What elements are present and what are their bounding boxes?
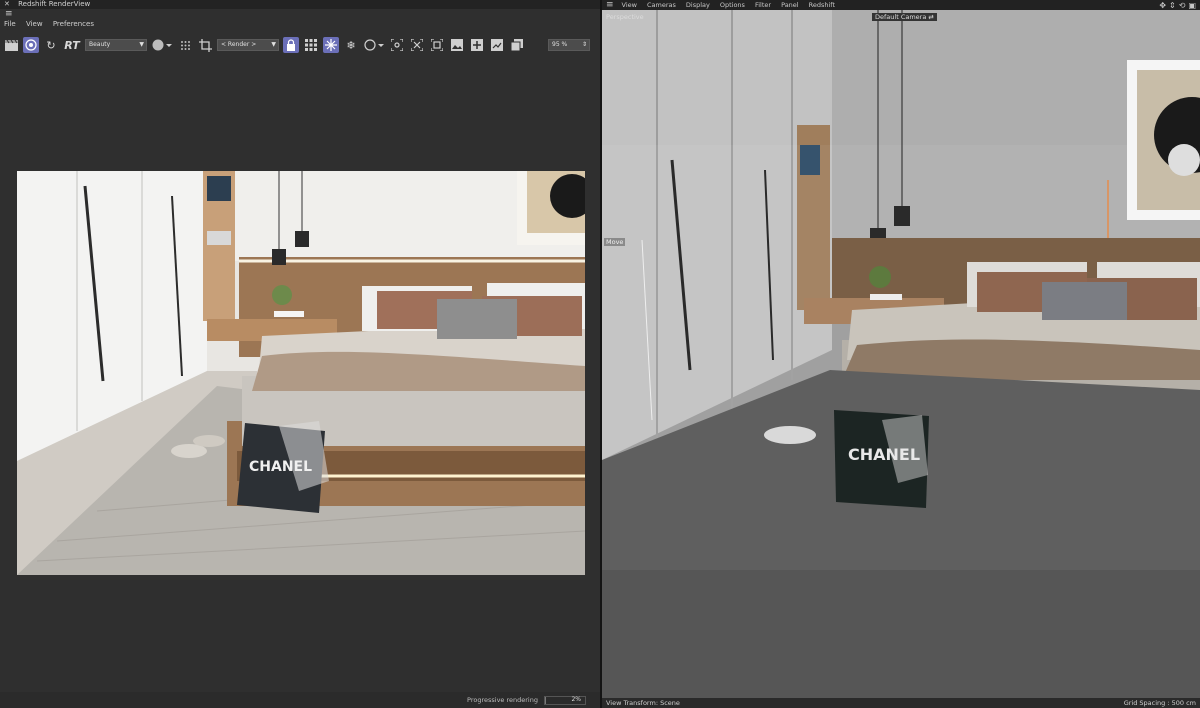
hamburger-menu-icon[interactable]: ≡ xyxy=(0,9,600,19)
chevron-down-icon: ▼ xyxy=(139,41,144,48)
viewport-statusbar: View Transform: Scene Grid Spacing : 500… xyxy=(602,698,1200,708)
start-render-icon[interactable] xyxy=(23,37,39,53)
copy-icon[interactable] xyxy=(509,37,525,53)
vp-menu-view[interactable]: View xyxy=(622,1,637,9)
render-status-text: Progressive rendering xyxy=(467,696,538,704)
render-progress-bar: 2% xyxy=(544,695,586,705)
renderview-statusbar: Progressive rendering 2% xyxy=(0,692,600,708)
zoom-value: 95 % xyxy=(552,41,568,48)
view-transform-text: View Transform: Scene xyxy=(606,699,680,707)
redshift-renderview-panel: ✕ Redshift RenderView ≡ File View Prefer… xyxy=(0,0,600,708)
stepper-icon: ⇕ xyxy=(581,41,587,48)
clapper-render-icon[interactable] xyxy=(3,37,19,53)
vp-menu-redshift[interactable]: Redshift xyxy=(809,1,835,9)
render-camera-select[interactable]: < Render > ▼ xyxy=(217,39,279,51)
viewport-scene[interactable]: CHANEL xyxy=(602,10,1200,698)
vp-menu-filter[interactable]: Filter xyxy=(755,1,771,9)
viewport-menubar: ≡ View Cameras Display Options Filter Pa… xyxy=(602,0,1200,10)
vp-menu-panel[interactable]: Panel xyxy=(781,1,799,9)
grid-spacing-text: Grid Spacing : 500 cm xyxy=(1123,699,1196,707)
hamburger-menu-icon[interactable]: ≡ xyxy=(606,0,614,10)
move-tool-label: Move xyxy=(604,238,626,246)
save-image-icon[interactable] xyxy=(489,37,505,53)
renderview-toolbar: ↻ RT Beauty ▼ < Render > ▼ ❄ 95 % ⇕ xyxy=(0,35,600,55)
rotate-icon[interactable]: ⟲ xyxy=(1179,1,1186,10)
aov-select-value: Beauty xyxy=(89,41,111,48)
menu-file[interactable]: File xyxy=(4,20,16,28)
vp-menu-cameras[interactable]: Cameras xyxy=(647,1,676,9)
fit-frame-icon[interactable] xyxy=(389,37,405,53)
renderview-title: Redshift RenderView xyxy=(18,0,91,8)
camera-arrow-icon: ⇄ xyxy=(928,13,934,21)
viewport-nav-icons: ✥ ⇕ ⟲ ▣ xyxy=(1159,1,1196,10)
lock-icon[interactable] xyxy=(283,37,299,53)
pan-icon[interactable]: ✥ xyxy=(1159,1,1166,10)
viewport-view-name: Perspective xyxy=(606,13,644,21)
viewport-camera-name: Default Camera xyxy=(875,13,927,21)
add-image-icon[interactable] xyxy=(469,37,485,53)
image-icon[interactable] xyxy=(449,37,465,53)
render-progress-text: 2% xyxy=(571,695,581,703)
rgb-channel-icon[interactable] xyxy=(151,37,173,53)
circle-overlay-icon[interactable] xyxy=(363,37,385,53)
snapshot-icon[interactable] xyxy=(429,37,445,53)
renderview-menubar: File View Preferences xyxy=(0,19,600,29)
focus-pick-icon[interactable] xyxy=(323,37,339,53)
close-icon[interactable]: ✕ xyxy=(4,0,10,8)
menu-preferences[interactable]: Preferences xyxy=(53,20,94,28)
rt-button[interactable]: RT xyxy=(63,37,81,53)
snowflake-freeze-icon[interactable]: ❄ xyxy=(343,37,359,53)
rendered-image[interactable]: CHANEL xyxy=(17,171,585,575)
vp-menu-options[interactable]: Options xyxy=(720,1,745,9)
grid-dots-icon[interactable] xyxy=(177,37,193,53)
crop-region-icon[interactable] xyxy=(197,37,213,53)
expand-frame-icon[interactable] xyxy=(409,37,425,53)
refresh-icon[interactable]: ↻ xyxy=(43,37,59,53)
zoom-icon[interactable]: ⇕ xyxy=(1169,1,1176,10)
render-progress-fill xyxy=(545,696,546,704)
viewport-camera-label[interactable]: Default Camera ⇄ xyxy=(872,13,937,21)
maximize-icon[interactable]: ▣ xyxy=(1188,1,1196,10)
render-camera-select-value: < Render > xyxy=(221,41,257,48)
renderview-titlebar: ✕ Redshift RenderView xyxy=(0,0,600,9)
vp-menu-display[interactable]: Display xyxy=(686,1,710,9)
menu-view[interactable]: View xyxy=(26,20,43,28)
cinema4d-viewport-panel: ≡ View Cameras Display Options Filter Pa… xyxy=(602,0,1200,708)
chevron-down-icon: ▼ xyxy=(271,41,276,48)
aov-select[interactable]: Beauty ▼ xyxy=(85,39,147,51)
viewport-bag-logo-text: CHANEL xyxy=(848,445,920,464)
zoom-select[interactable]: 95 % ⇕ xyxy=(548,39,590,51)
bag-logo-text: CHANEL xyxy=(249,459,312,475)
tiles-icon[interactable] xyxy=(303,37,319,53)
